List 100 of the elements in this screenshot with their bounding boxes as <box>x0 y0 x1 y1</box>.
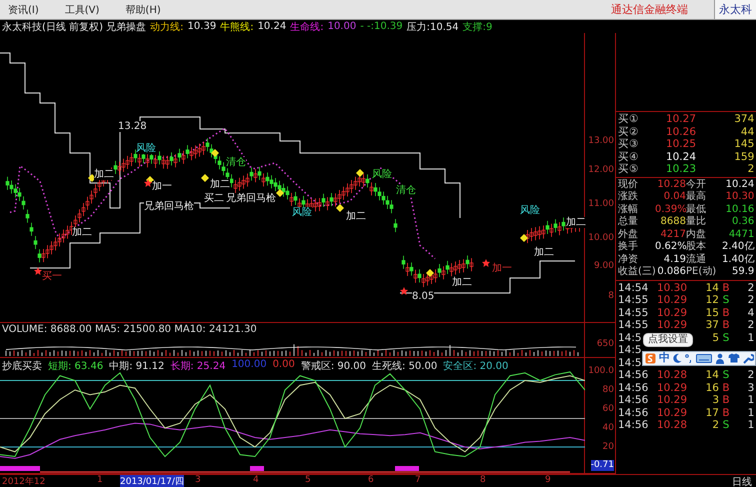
tick-time: 14:5 <box>618 344 643 357</box>
bid-label: 买① <box>618 113 640 126</box>
stat-label: 今开 <box>686 178 707 190</box>
indicator-value: 长期: 25.24 <box>170 360 226 373</box>
stat-value: 59.9 <box>731 266 754 279</box>
axis-label: 60 <box>602 404 614 415</box>
stat-value: 0.36 <box>731 216 754 229</box>
stat-value: 10.30 <box>724 191 754 204</box>
tick-price: 10.29 <box>656 394 687 407</box>
indicator-value: 短期: 63.46 <box>48 360 104 373</box>
tick-count: 2 <box>746 294 754 307</box>
stat-value: 10.28 <box>656 178 686 192</box>
punctuation-icon[interactable] <box>685 353 693 364</box>
tick-time: 14:56 <box>618 369 649 382</box>
chart-annotation: 买二 <box>204 193 224 204</box>
star-marker <box>400 287 408 296</box>
info-text: 动力线: <box>150 20 184 34</box>
axis-label: 9.00 <box>594 261 614 272</box>
diamond-marker <box>201 174 209 182</box>
stat-label: PE(动) <box>686 266 718 279</box>
stat-label: 股本 <box>686 241 707 254</box>
indicator-value: 0.00 <box>272 358 295 372</box>
stat-value: 8688 <box>660 216 686 229</box>
stat-value: 10.16 <box>724 204 754 216</box>
chart-annotation: 加二 <box>94 169 114 180</box>
tick-count: 2 <box>746 319 754 332</box>
tick-side: B <box>721 382 731 394</box>
period-label[interactable]: 日线 <box>732 475 752 487</box>
tick-count: 2 <box>746 282 754 294</box>
stat-value: 2.40亿 <box>722 241 754 254</box>
bid-price: 10.23 <box>664 163 696 176</box>
moon-icon[interactable] <box>673 353 682 364</box>
user-icon[interactable] <box>715 352 725 364</box>
stat-label: 涨幅 <box>618 204 639 216</box>
chart-annotation: 清仓 <box>226 157 246 168</box>
time-axis-label: 1 <box>97 475 103 486</box>
tick-count: 4 <box>746 306 754 320</box>
tick-volume: 16 <box>704 382 719 394</box>
bid-label: 买④ <box>618 150 640 164</box>
tick-price: 10.30 <box>656 282 687 294</box>
tick-volume: 37 <box>704 319 719 332</box>
tick-side: S <box>722 294 730 307</box>
time-axis-label: 2012年12 <box>2 476 46 487</box>
stat-label: 内盘 <box>686 228 707 240</box>
tick-side: S <box>722 332 730 344</box>
diamond-marker <box>276 189 284 198</box>
stat-value: 4.19 <box>662 254 686 266</box>
tick-price: 10.29 <box>656 319 687 332</box>
tick-side: S <box>722 419 730 432</box>
chart-annotation: 加二 <box>566 217 586 228</box>
stat-label: 净资 <box>618 254 639 266</box>
stat-value: 0.04 <box>662 191 686 204</box>
tick-time: 14:55 <box>618 319 649 332</box>
chart-annotation: 加一 <box>152 181 172 192</box>
info-text: 压力:10.54 <box>406 20 459 34</box>
diamond-marker <box>520 234 528 242</box>
stat-label: 最高 <box>686 191 707 204</box>
tick-price: 10.29 <box>656 406 687 420</box>
info-text: 牛熊线: <box>220 20 254 34</box>
stat-value: 4471 <box>728 228 754 241</box>
stat-label: 总量 <box>618 216 639 229</box>
menu-item[interactable]: 资讯(I) <box>8 2 39 17</box>
stat-label: 最低 <box>686 204 707 216</box>
window-tab[interactable]: 永太科 <box>714 0 756 20</box>
chart-annotation: 加二 <box>210 179 230 190</box>
tick-volume: 14 <box>704 282 719 294</box>
logo-icon[interactable] <box>645 352 656 364</box>
tick-price: 10.28 <box>656 369 687 382</box>
menu-item[interactable]: 帮助(H) <box>125 2 161 17</box>
axis-label: 100.0 <box>588 366 614 377</box>
bid-price: 10.26 <box>664 126 696 138</box>
bid-volume: 145 <box>733 138 754 151</box>
keyboard-icon[interactable] <box>696 353 712 364</box>
chart-annotation: 8.05 <box>412 291 434 302</box>
axis-label: 11.00 <box>588 199 614 210</box>
tick-side: B <box>721 306 731 320</box>
chart-annotation: 加二 <box>346 211 366 222</box>
stat-label: 外盘 <box>618 228 639 240</box>
bid-volume: 2 <box>746 163 754 176</box>
chart-annotation: 加二 <box>72 227 92 238</box>
input-mode-toggle[interactable]: 中 <box>659 352 670 364</box>
shirt-icon[interactable] <box>728 353 740 364</box>
indicator-value: 安全区: 20.00 <box>443 360 508 373</box>
tick-time: 14:56 <box>618 382 649 394</box>
stat-value: 0.62% <box>655 241 686 254</box>
chart-annotation: 13.28 <box>118 121 147 132</box>
tick-volume: 2 <box>711 419 719 432</box>
tick-side: B <box>721 406 731 420</box>
tick-price: 10.28 <box>656 419 687 432</box>
menu-item[interactable]: 工具(V) <box>64 2 100 17</box>
tick-count: 1 <box>746 419 754 432</box>
info-text: 10.24 <box>258 21 286 32</box>
stat-label: 现价 <box>618 178 639 190</box>
star-marker <box>34 267 42 276</box>
stat-value: 10.24 <box>724 178 754 192</box>
axis-label: 40 <box>602 422 614 434</box>
indicator-value: 中期: 91.12 <box>109 360 164 373</box>
tick-volume: 5 <box>711 332 719 344</box>
tick-volume: 15 <box>704 306 719 320</box>
wrench-icon[interactable] <box>743 352 754 364</box>
